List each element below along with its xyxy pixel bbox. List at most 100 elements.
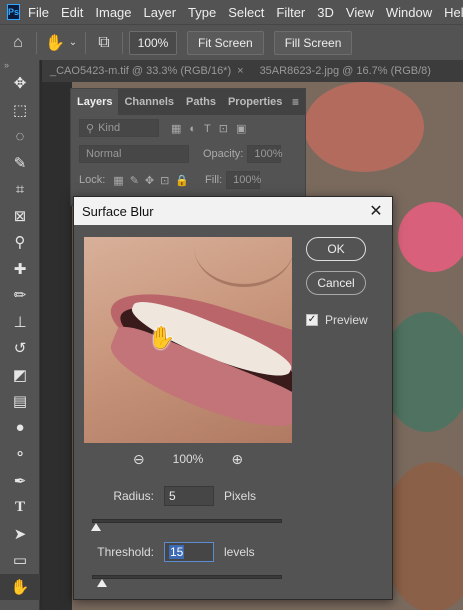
preview-zoom-controls: ⊖ 100% ⊕ — [84, 449, 292, 469]
menu-image[interactable]: Image — [95, 5, 131, 20]
threshold-slider[interactable] — [92, 571, 282, 587]
document-tab-label: _CAO5423-m.tif @ 33.3% (RGB/16*) — [50, 65, 232, 77]
opacity-field[interactable]: 100% — [247, 145, 283, 163]
threshold-row: Threshold: 15 levels — [84, 541, 255, 563]
close-icon[interactable]: ✕ — [360, 201, 392, 221]
type-tool-icon[interactable]: T — [0, 494, 40, 521]
blur-tool-icon[interactable]: ● — [0, 415, 40, 442]
fill-screen-button[interactable]: Fill Screen — [273, 30, 353, 55]
menu-bar: Ps File Edit Image Layer Type Select Fil… — [0, 0, 463, 24]
document-tab-label: 35AR8623-2.jpg @ 16.7% (RGB/8) — [259, 65, 431, 77]
menu-file[interactable]: File — [28, 5, 49, 20]
menu-select[interactable]: Select — [228, 5, 264, 20]
lock-icons[interactable]: ▦✎✥⊡🔒 — [113, 174, 195, 187]
radius-slider[interactable] — [90, 515, 282, 531]
preview-label: Preview — [325, 313, 368, 327]
zoom-in-icon[interactable]: ⊕ — [231, 451, 243, 468]
layer-filter-label: Kind — [98, 122, 121, 134]
surface-blur-dialog: Surface Blur ✕ ✋ ⊖ 100% ⊕ OK Cancel ✓ Pr… — [73, 196, 393, 600]
tab-properties[interactable]: Properties — [222, 89, 288, 115]
lasso-tool-icon[interactable]: ◌ — [0, 123, 40, 150]
menu-layer[interactable]: Layer — [144, 5, 177, 20]
menu-3d[interactable]: 3D — [317, 5, 334, 20]
layers-panel: Layers Channels Paths Properties ≡ ⚲ Kin… — [70, 88, 306, 206]
threshold-label: Threshold: — [97, 545, 154, 559]
filter-type-icons[interactable]: ▦◐T⊡▣ — [171, 122, 254, 135]
frame-tool-icon[interactable]: ⊠ — [0, 203, 40, 230]
threshold-input[interactable]: 15 — [164, 542, 214, 562]
threshold-value: 15 — [169, 545, 185, 559]
options-bar: ⌂ ✋ ⌄ ⧉ 100% Fit Screen Fill Screen — [0, 24, 463, 60]
radius-value: 5 — [169, 489, 176, 503]
path-selection-tool-icon[interactable]: ➤ — [0, 521, 40, 548]
menu-view[interactable]: View — [346, 5, 374, 20]
menu-type[interactable]: Type — [188, 5, 216, 20]
panel-tabs: Layers Channels Paths Properties ≡ — [71, 89, 305, 115]
pen-tool-icon[interactable]: ✒ — [0, 468, 40, 495]
marquee-tool-icon[interactable]: ⬚ — [0, 97, 40, 124]
eyedropper-tool-icon[interactable]: ⚲ — [0, 229, 40, 256]
dialog-title-bar[interactable]: Surface Blur ✕ — [74, 197, 392, 225]
dodge-tool-icon[interactable]: ⚬ — [0, 441, 40, 468]
filter-preview[interactable]: ✋ — [84, 237, 292, 443]
fit-screen-button[interactable]: Fit Screen — [187, 30, 264, 55]
eraser-tool-icon[interactable]: ◩ — [0, 362, 40, 389]
fill-field[interactable]: 100% — [226, 171, 261, 189]
document-tabs: _CAO5423-m.tif @ 33.3% (RGB/16*) × 35AR86… — [42, 60, 463, 82]
photoshop-logo-icon[interactable]: Ps — [7, 4, 21, 20]
cancel-button[interactable]: Cancel — [306, 271, 366, 295]
canvas-photo-region — [398, 202, 463, 272]
history-brush-tool-icon[interactable]: ↺ — [0, 335, 40, 362]
radius-slider-thumb[interactable] — [90, 523, 101, 531]
zoom-out-icon[interactable]: ⊖ — [133, 451, 145, 468]
brush-tool-icon[interactable]: ✏ — [0, 282, 40, 309]
threshold-slider-thumb[interactable] — [97, 579, 108, 587]
blend-row: Normal Opacity: 100% — [71, 141, 305, 167]
clone-stamp-tool-icon[interactable]: ⊥ — [0, 309, 40, 336]
home-icon[interactable]: ⌂ — [6, 34, 30, 52]
menu-edit[interactable]: Edit — [61, 5, 83, 20]
collapse-toolbar-icon[interactable]: » — [0, 60, 39, 70]
options-separator — [85, 31, 86, 54]
document-tab[interactable]: _CAO5423-m.tif @ 33.3% (RGB/16*) × — [42, 65, 252, 77]
dialog-title: Surface Blur — [82, 203, 154, 219]
tab-channels[interactable]: Channels — [118, 89, 180, 115]
chevron-down-icon[interactable]: ⌄ — [67, 37, 79, 48]
layer-filter-kind[interactable]: ⚲ Kind — [79, 119, 159, 137]
preview-checkbox-row[interactable]: ✓ Preview — [306, 313, 368, 327]
move-tool-icon[interactable]: ✥ — [0, 70, 40, 97]
threshold-slider-track — [92, 575, 282, 579]
lock-row: Lock: ▦✎✥⊡🔒 Fill: 100% — [71, 167, 305, 193]
rectangle-tool-icon[interactable]: ▭ — [0, 547, 40, 574]
layer-filter-row: ⚲ Kind ▦◐T⊡▣ — [71, 115, 305, 141]
canvas-photo-region — [382, 312, 463, 432]
gradient-tool-icon[interactable]: ▤ — [0, 388, 40, 415]
quick-selection-tool-icon[interactable]: ✎ — [0, 150, 40, 177]
panel-menu-icon[interactable]: ≡ — [292, 95, 299, 109]
hand-tool-icon[interactable]: ✋ — [43, 33, 67, 53]
scroll-all-windows-icon[interactable]: ⧉ — [92, 34, 116, 52]
search-icon: ⚲ — [86, 122, 95, 135]
hand-tool-icon[interactable]: ✋ — [0, 573, 40, 600]
menu-help[interactable]: Help — [444, 5, 463, 20]
healing-brush-tool-icon[interactable]: ✚ — [0, 256, 40, 283]
radius-row: Radius: 5 Pixels — [84, 485, 256, 507]
radius-unit: Pixels — [224, 489, 257, 503]
preview-zoom-value: 100% — [172, 452, 204, 466]
tab-layers[interactable]: Layers — [71, 89, 119, 115]
tools-panel: » ✥ ⬚ ◌ ✎ ⌗ ⊠ ⚲ ✚ ✏ ⊥ ↺ ◩ ▤ ● ⚬ ✒ T ➤ ▭ … — [0, 60, 40, 610]
menu-filter[interactable]: Filter — [276, 5, 305, 20]
canvas-photo-region — [304, 82, 424, 172]
zoom-level-field[interactable]: 100% — [129, 30, 177, 55]
blend-mode-select[interactable]: Normal — [79, 145, 189, 163]
radius-slider-track — [92, 519, 282, 523]
crop-tool-icon[interactable]: ⌗ — [0, 176, 40, 203]
tab-paths[interactable]: Paths — [180, 89, 222, 115]
canvas-pasteboard — [42, 82, 72, 610]
ok-button[interactable]: OK — [306, 237, 366, 261]
radius-input[interactable]: 5 — [164, 486, 214, 506]
close-icon[interactable]: × — [237, 65, 243, 77]
preview-checkbox[interactable]: ✓ — [306, 314, 318, 326]
document-tab[interactable]: 35AR8623-2.jpg @ 16.7% (RGB/8) — [252, 65, 439, 77]
menu-window[interactable]: Window — [386, 5, 432, 20]
